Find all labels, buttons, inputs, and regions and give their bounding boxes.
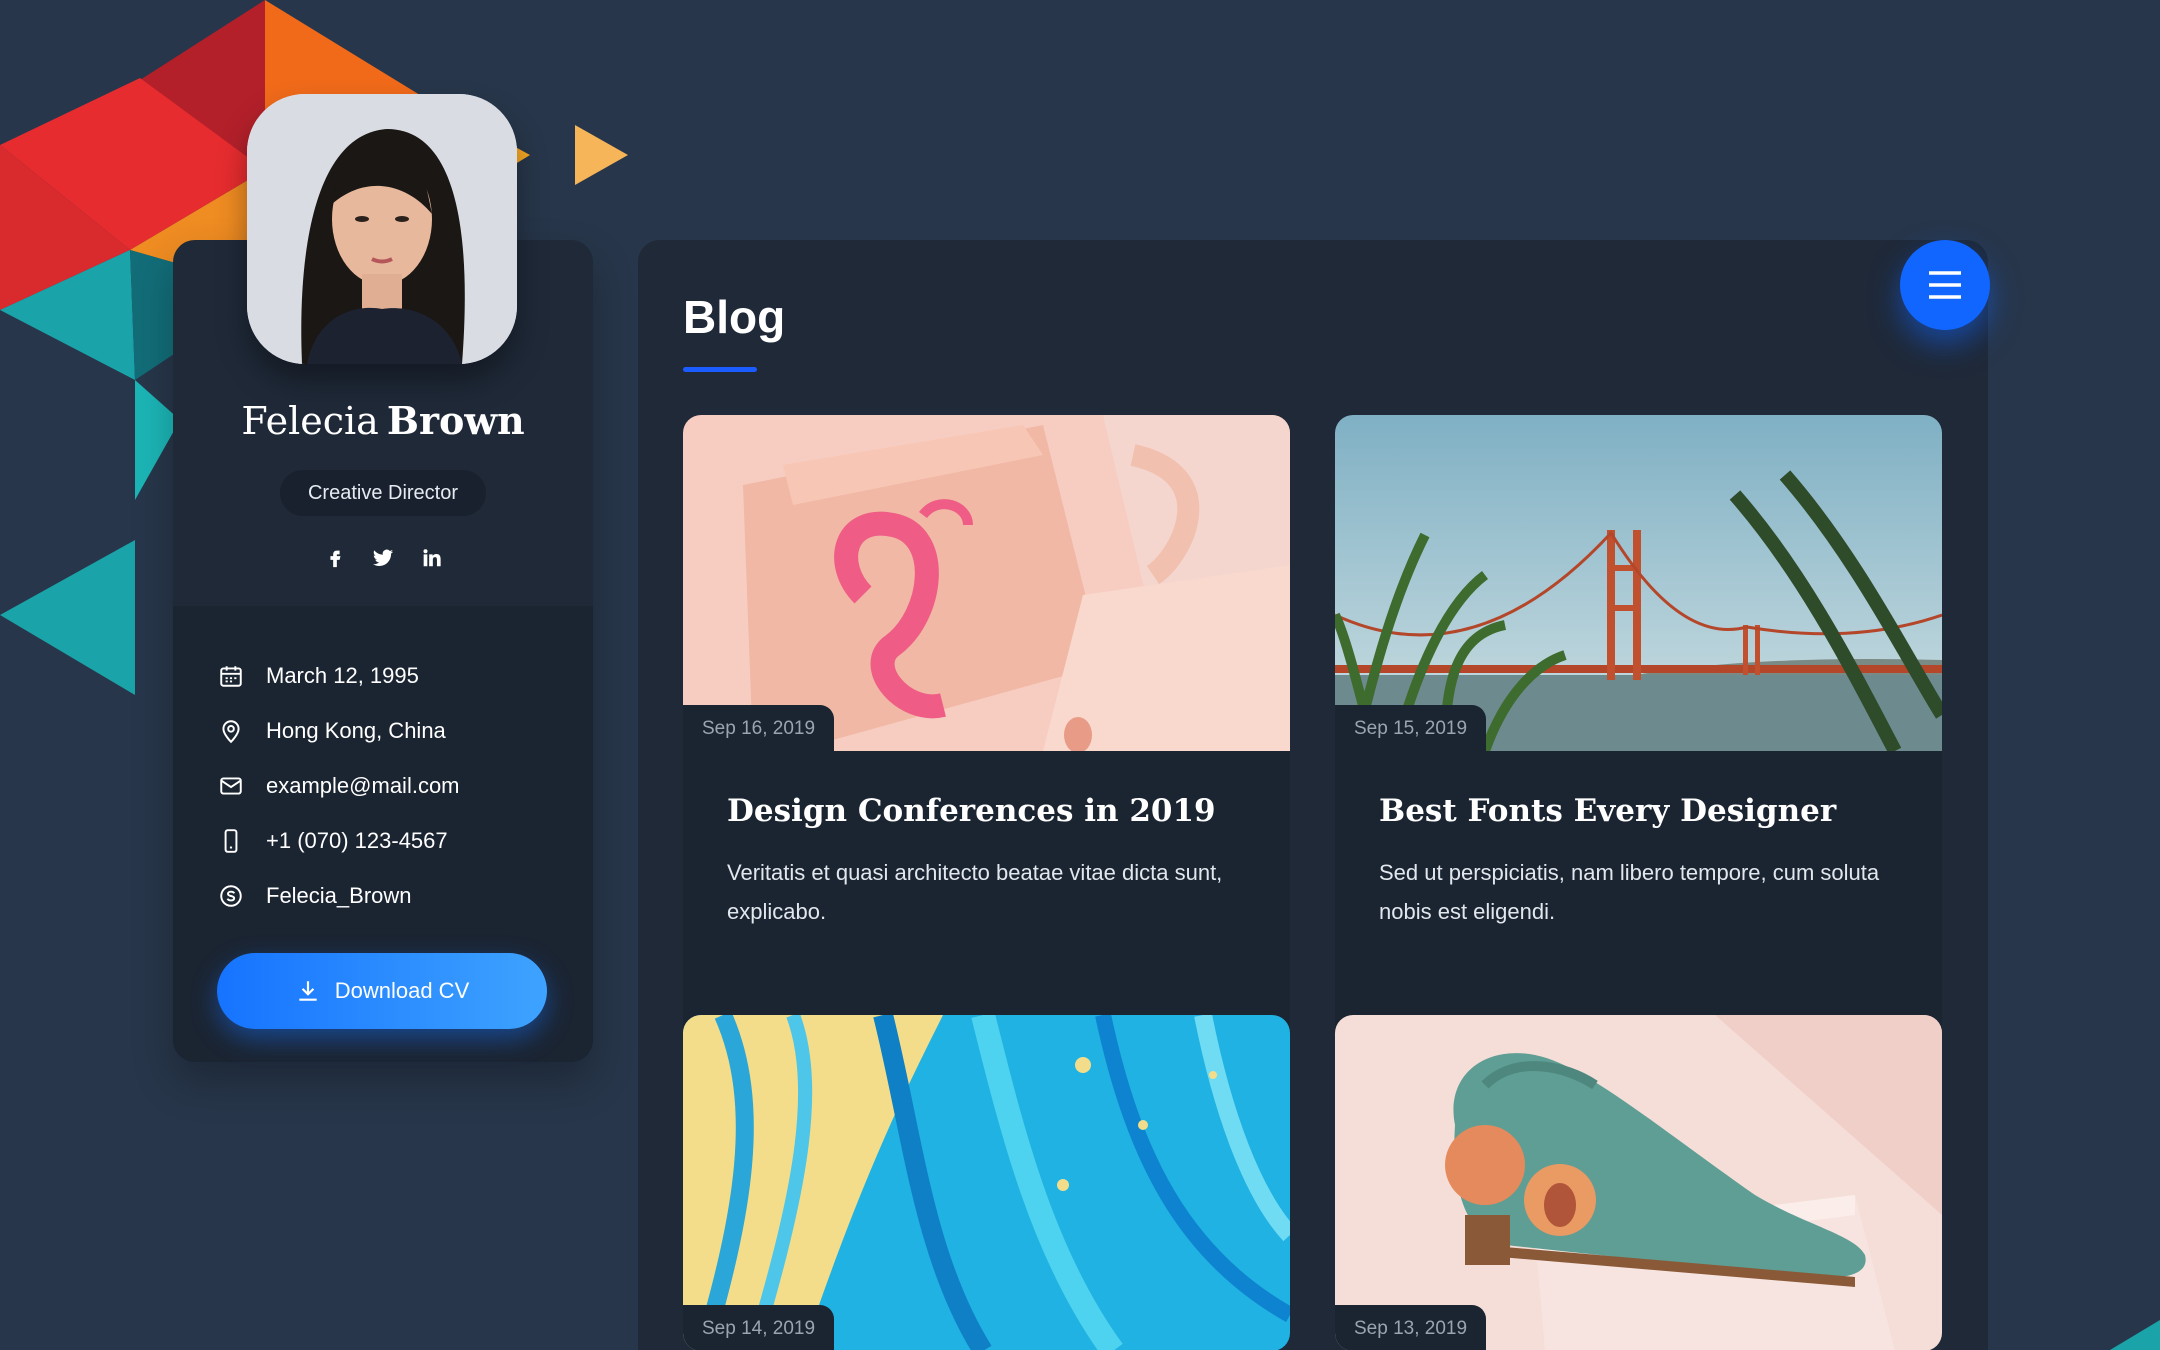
post-excerpt: Sed ut perspiciatis, nam libero tempore,… xyxy=(1379,860,1880,924)
blog-card[interactable]: Sep 14, 2019 xyxy=(683,1015,1290,1350)
blog-panel: Blog Sep 16, 2019 Design Conferences in … xyxy=(638,240,1990,1350)
info-location: Hong Kong, China xyxy=(217,703,549,758)
post-date: Sep 13, 2019 xyxy=(1335,1305,1487,1350)
info-phone: +1 (070) 123-4567 xyxy=(217,813,549,868)
post-title[interactable]: Design Conferences in 2019 xyxy=(727,793,1246,829)
last-name: Brown xyxy=(386,398,525,443)
profile-details: March 12, 1995 Hong Kong, China example@… xyxy=(173,606,593,1062)
social-links xyxy=(173,546,593,570)
info-skype: Felecia_Brown xyxy=(217,868,549,923)
skype-icon xyxy=(217,882,245,910)
profile-card: Felecia Brown Creative Director March 12,… xyxy=(173,94,593,1062)
facebook-icon[interactable] xyxy=(323,546,347,570)
calendar-icon xyxy=(217,662,245,690)
post-date: Sep 14, 2019 xyxy=(683,1305,835,1350)
location-pin-icon xyxy=(217,717,245,745)
corner-accent-shape xyxy=(2110,1320,2160,1350)
phone-icon xyxy=(217,827,245,855)
menu-button[interactable] xyxy=(1900,240,1990,330)
post-date: Sep 15, 2019 xyxy=(1335,705,1487,751)
twitter-icon[interactable] xyxy=(371,546,395,570)
first-name: Felecia xyxy=(241,399,379,443)
mail-icon xyxy=(217,772,245,800)
linkedin-icon[interactable] xyxy=(419,546,443,570)
avatar-photo xyxy=(247,94,517,364)
info-email: example@mail.com xyxy=(217,758,549,813)
page-title: Blog xyxy=(683,291,786,343)
hamburger-icon xyxy=(1929,271,1961,299)
post-image-golden-gate: Sep 15, 2019 xyxy=(1335,415,1942,751)
download-cv-label: Download CV xyxy=(334,978,470,1003)
blog-card[interactable]: Sep 13, 2019 xyxy=(1335,1015,1942,1350)
avatar xyxy=(247,94,517,364)
post-image-fluid-art: Sep 14, 2019 xyxy=(683,1015,1290,1350)
post-date: Sep 16, 2019 xyxy=(683,705,835,751)
post-image-flamingo-bag: Sep 16, 2019 xyxy=(683,415,1290,751)
profile-header: Felecia Brown Creative Director xyxy=(173,94,593,606)
download-cv-button[interactable]: Download CV xyxy=(217,953,547,1029)
post-excerpt: Veritatis et quasi architecto beatae vit… xyxy=(727,860,1223,924)
role-badge: Creative Director xyxy=(280,470,486,516)
profile-name: Felecia Brown xyxy=(173,398,593,443)
post-title[interactable]: Best Fonts Every Designer xyxy=(1379,793,1898,829)
title-underline xyxy=(683,367,757,372)
info-birthdate: March 12, 1995 xyxy=(217,648,549,703)
download-icon xyxy=(299,981,317,1001)
post-image-shoe: Sep 13, 2019 xyxy=(1335,1015,1942,1350)
